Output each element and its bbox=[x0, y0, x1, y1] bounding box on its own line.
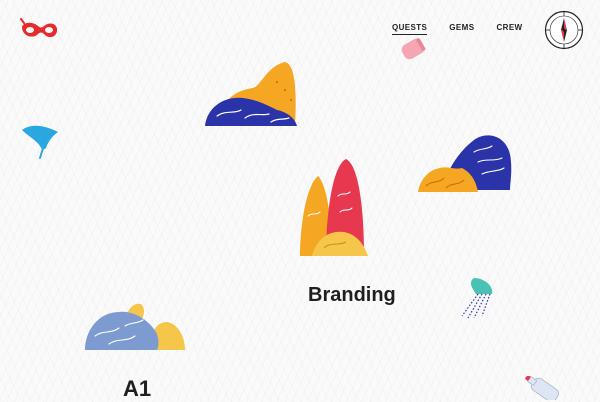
island-a1-illustration[interactable] bbox=[85, 300, 187, 352]
compass-icon[interactable] bbox=[544, 10, 584, 50]
jellyfish-icon bbox=[458, 276, 496, 320]
pink-jar-icon bbox=[396, 33, 430, 65]
island-branding-illustration[interactable] bbox=[298, 156, 370, 258]
island-navy-orange-illustration[interactable] bbox=[418, 132, 514, 194]
bottle-icon bbox=[522, 376, 566, 400]
stingray-icon bbox=[18, 120, 62, 160]
nav-crew[interactable]: CREW bbox=[496, 23, 522, 35]
mask-logo-icon[interactable] bbox=[20, 18, 60, 42]
nav-gems[interactable]: GEMS bbox=[449, 23, 474, 35]
project-title-branding[interactable]: Branding bbox=[308, 284, 396, 307]
project-title-a1[interactable]: A1 bbox=[123, 376, 151, 402]
island-orange-navy-illustration[interactable] bbox=[205, 60, 300, 128]
